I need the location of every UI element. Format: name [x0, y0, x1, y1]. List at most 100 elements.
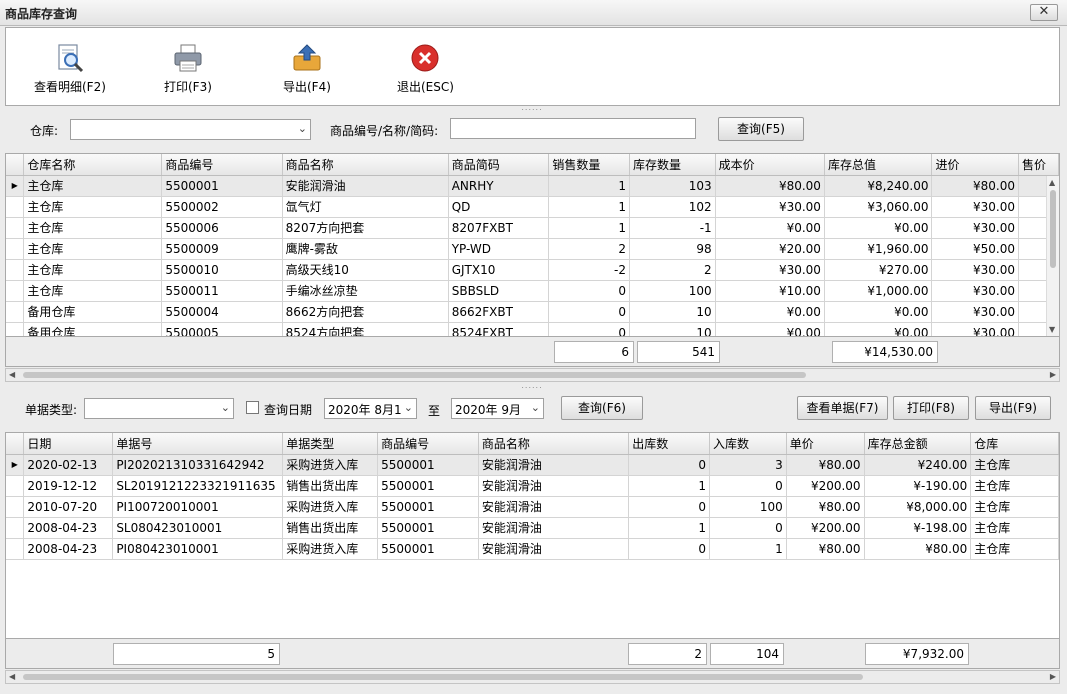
table-cell: ¥8,000.00: [864, 496, 972, 518]
scroll-left-icon[interactable]: ◀: [9, 370, 15, 379]
close-button[interactable]: ✕: [1030, 4, 1058, 21]
col-header-unit-price[interactable]: 单价: [786, 433, 865, 455]
table-cell: YP-WD: [448, 238, 550, 260]
table-cell: ¥30.00: [931, 280, 1020, 302]
col-header-date[interactable]: 日期: [23, 433, 114, 455]
table-cell: 0: [709, 517, 787, 539]
table-cell: SL080423010001: [112, 517, 284, 539]
sum-in-qty: 104: [710, 643, 784, 665]
chevron-down-icon: ⌄: [530, 401, 540, 414]
scroll-thumb[interactable]: [1050, 190, 1056, 268]
table-cell: 主仓库: [970, 517, 1059, 539]
col-header-stock-value[interactable]: 库存总值: [824, 154, 933, 176]
table-cell: 备用仓库: [23, 301, 163, 323]
inventory-row[interactable]: 主仓库 5500006 8207方向把套 8207FXBT 1 -1 ¥0.00 ¥0.00 ¥…: [6, 217, 1059, 239]
table-cell: SBBSLD: [448, 280, 550, 302]
sum-sales-qty: 6: [554, 341, 634, 363]
row-indicator: [6, 322, 25, 336]
col-header-stock-qty[interactable]: 库存数量: [629, 154, 716, 176]
col-header-warehouse[interactable]: 仓库名称: [23, 154, 163, 176]
table-cell: 2: [629, 259, 716, 281]
date-from-picker[interactable]: 2020年 8月1 ⌄: [324, 398, 417, 419]
table-cell: ¥1,960.00: [824, 238, 933, 260]
h-scroll-thumb[interactable]: [23, 674, 863, 680]
inventory-horizontal-scrollbar[interactable]: ◀ ▶: [5, 368, 1060, 382]
product-search-input[interactable]: [450, 118, 696, 139]
view-detail-button[interactable]: 查看明细(F2): [34, 42, 106, 95]
table-cell: 1: [548, 217, 631, 239]
col-header-product-name[interactable]: 商品名称: [478, 433, 630, 455]
splitter-handle[interactable]: ......: [520, 104, 544, 112]
scroll-up-icon[interactable]: ▲: [1049, 178, 1055, 187]
col-header-product-code[interactable]: 商品编号: [161, 154, 283, 176]
table-cell: -1: [629, 217, 716, 239]
export-f9-button[interactable]: 导出(F9): [975, 396, 1051, 420]
exit-icon: [411, 44, 439, 72]
col-header-doc-no[interactable]: 单据号: [112, 433, 284, 455]
scroll-down-icon[interactable]: ▼: [1049, 325, 1055, 334]
scroll-left-icon[interactable]: ◀: [9, 672, 15, 681]
view-doc-button[interactable]: 查看单据(F7): [797, 396, 888, 420]
table-cell: 10: [629, 322, 716, 336]
query-f6-button[interactable]: 查询(F6): [561, 396, 643, 420]
table-cell: PI100720010001: [112, 496, 284, 518]
table-cell: ¥20.00: [715, 238, 825, 260]
table-cell: ¥50.00: [931, 238, 1020, 260]
table-cell: 10: [629, 301, 716, 323]
inventory-row[interactable]: 主仓库 5500002 氙气灯 QD 1 102 ¥30.00 ¥3,060.00 ¥30.0…: [6, 196, 1059, 218]
table-cell: 安能润滑油: [478, 475, 630, 497]
inventory-row[interactable]: 备用仓库 5500004 8662方向把套 8662FXBT 0 10 ¥0.00 ¥0.00…: [6, 301, 1059, 323]
transactions-horizontal-scrollbar[interactable]: ◀ ▶: [5, 670, 1060, 684]
scroll-right-icon[interactable]: ▶: [1050, 672, 1056, 681]
sum-stock-qty: 541: [637, 341, 720, 363]
transaction-row[interactable]: 2008-04-23 SL080423010001 销售出货出库 5500001 安能润…: [6, 517, 1059, 539]
inventory-row[interactable]: 主仓库 5500011 手编冰丝凉垫 SBBSLD 0 100 ¥10.00 ¥1,000.0…: [6, 280, 1059, 302]
transactions-header-row: 日期 单据号 单据类型 商品编号 商品名称 出库数 入库数 单价 库存总金额 仓…: [6, 433, 1059, 455]
col-header-total-amount[interactable]: 库存总金额: [864, 433, 972, 455]
table-cell: ¥30.00: [931, 259, 1020, 281]
h-scroll-thumb[interactable]: [23, 372, 806, 378]
query-date-checkbox[interactable]: [246, 401, 259, 414]
scroll-right-icon[interactable]: ▶: [1050, 370, 1056, 379]
title-bar: 商品库存查询 ✕: [0, 0, 1067, 26]
date-to-picker[interactable]: 2020年 9月 ⌄: [451, 398, 544, 419]
inventory-row[interactable]: ▶ 主仓库 5500001 安能润滑油 ANRHY 1 103 ¥80.00 ¥8,240.00…: [6, 175, 1059, 197]
inventory-row[interactable]: 主仓库 5500009 鹰牌-雾敌 YP-WD 2 98 ¥20.00 ¥1,960.00 ¥5…: [6, 238, 1059, 260]
print-button[interactable]: 打印(F3): [164, 42, 212, 95]
transaction-row[interactable]: ▶ 2020-02-13 PI202021310331642942 采购进货入库 550…: [6, 454, 1059, 476]
exit-button[interactable]: 退出(ESC): [397, 42, 454, 95]
col-header-short-code[interactable]: 商品简码: [448, 154, 550, 176]
row-indicator: [6, 196, 25, 218]
inventory-vertical-scrollbar[interactable]: ▲ ▼: [1046, 176, 1059, 336]
inventory-row[interactable]: 备用仓库 5500005 8524方向把套 8524FXBT 0 10 ¥0.00 ¥0.00…: [6, 322, 1059, 336]
doc-type-select[interactable]: ⌄: [84, 398, 234, 419]
warehouse-select[interactable]: ⌄: [70, 119, 311, 140]
col-header-out-qty[interactable]: 出库数: [628, 433, 710, 455]
table-cell: 0: [548, 322, 631, 336]
inventory-grid: 仓库名称 商品编号 商品名称 商品简码 销售数量 库存数量 成本价 库存总值 进…: [5, 153, 1060, 337]
col-header-product-code[interactable]: 商品编号: [377, 433, 479, 455]
col-header-purchase-price[interactable]: 进价: [931, 154, 1020, 176]
export-button[interactable]: 导出(F4): [283, 42, 331, 95]
table-cell: 主仓库: [970, 538, 1059, 560]
transaction-row[interactable]: 2010-07-20 PI100720010001 采购进货入库 5500001 安能润…: [6, 496, 1059, 518]
transactions-summary-bar: 5 2 104 ¥7,932.00: [5, 639, 1060, 669]
table-cell: 5500009: [161, 238, 283, 260]
transaction-row[interactable]: 2019-12-12 SL2019121223321911635 销售出货出库 550…: [6, 475, 1059, 497]
inventory-row[interactable]: 主仓库 5500010 高级天线10 GJTX10 -2 2 ¥30.00 ¥270.00 ¥3…: [6, 259, 1059, 281]
row-indicator: [6, 538, 25, 560]
col-header-in-qty[interactable]: 入库数: [709, 433, 787, 455]
col-header-sale-price[interactable]: 售价: [1018, 154, 1059, 176]
table-cell: ¥80.00: [864, 538, 972, 560]
col-header-sales-qty[interactable]: 销售数量: [548, 154, 631, 176]
sum-total-amount: ¥7,932.00: [865, 643, 969, 665]
splitter-handle-2[interactable]: ......: [520, 382, 544, 390]
table-cell: GJTX10: [448, 259, 550, 281]
col-header-product-name[interactable]: 商品名称: [282, 154, 449, 176]
print-f8-button[interactable]: 打印(F8): [893, 396, 969, 420]
col-header-warehouse[interactable]: 仓库: [970, 433, 1059, 455]
transaction-row[interactable]: 2008-04-23 PI080423010001 采购进货入库 5500001 安能润…: [6, 538, 1059, 560]
col-header-cost-price[interactable]: 成本价: [715, 154, 825, 176]
col-header-doc-type[interactable]: 单据类型: [282, 433, 379, 455]
query-f5-button[interactable]: 查询(F5): [718, 117, 804, 141]
